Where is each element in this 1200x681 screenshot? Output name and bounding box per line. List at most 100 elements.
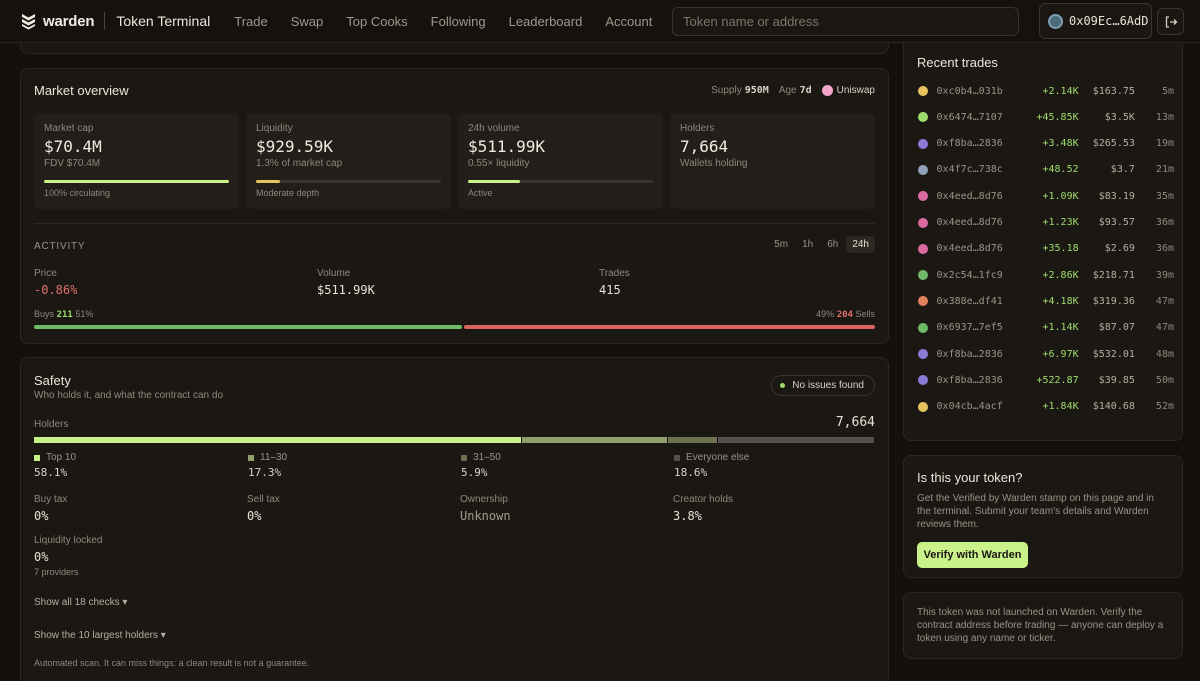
age-value: 7d — [799, 85, 812, 96]
timeframe-6h[interactable]: 6h — [821, 236, 844, 253]
timeframe-24h[interactable]: 24h — [846, 236, 875, 253]
nav-link-following[interactable]: Following — [431, 14, 486, 29]
trade-address[interactable]: 0xf8ba…2836 — [937, 138, 1028, 149]
trade-row[interactable]: 0xf8ba…2836 +522.87 $39.85 50m — [918, 371, 1174, 389]
nav-link-account[interactable]: Account — [605, 14, 652, 29]
buy-sell-summary: Buys 211 51% 49% 204 Sells — [34, 309, 875, 320]
trade-amount: +48.52 — [1042, 164, 1079, 176]
trade-row[interactable]: 0x4eed…8d76 +1.23K $93.57 36m — [918, 214, 1174, 232]
trade-row[interactable]: 0x04cb…4acf +1.84K $140.68 52m — [918, 398, 1174, 416]
stat-foot: Moderate depth — [256, 188, 320, 198]
scan-disclaimer: Automated scan. It can miss things: a cl… — [34, 658, 310, 668]
trade-usd: $3.5K — [1104, 111, 1135, 123]
brand-logo[interactable]: warden — [20, 12, 95, 30]
trades-label: Trades — [599, 268, 630, 279]
stat-label: 24h volume — [468, 123, 520, 134]
trade-row[interactable]: 0x6474…7107 +45.85K $3.5K 13m — [918, 108, 1174, 126]
liquidity-providers: 7 providers — [34, 567, 79, 577]
safety-subtitle: Who holds it, and what the contract can … — [34, 390, 223, 401]
search-input[interactable] — [683, 14, 1018, 29]
trade-usd: $265.53 — [1092, 138, 1135, 150]
trade-time: 47m — [1155, 295, 1174, 307]
top-nav: warden Token Terminal Trade Swap Top Coo… — [0, 0, 1200, 43]
stat-value: $511.99K — [468, 137, 546, 156]
trades-value: 415 — [599, 283, 621, 297]
legend-value: 18.6% — [674, 466, 708, 479]
trade-address[interactable]: 0x4eed…8d76 — [937, 191, 1028, 202]
trade-address[interactable]: 0x04cb…4acf — [937, 401, 1028, 412]
trade-row[interactable]: 0x2c54…1fc9 +2.86K $218.71 39m — [918, 266, 1174, 284]
trade-address[interactable]: 0xc0b4…031b — [937, 86, 1028, 97]
trader-avatar-icon — [918, 270, 928, 281]
trade-amount: +4.18K — [1042, 295, 1079, 307]
trade-usd: $140.68 — [1092, 401, 1135, 413]
trader-avatar-icon — [918, 243, 928, 254]
legend-label: 31–50 — [473, 452, 501, 463]
stat-card-volume: 24h volume $511.99K 0.55× liquidity Acti… — [458, 113, 663, 209]
trade-address[interactable]: 0x6474…7107 — [937, 112, 1028, 123]
legend-label: 11–30 — [260, 452, 288, 463]
trade-time: 47m — [1155, 322, 1174, 334]
stat-sub: 1.3% of market cap — [256, 158, 343, 169]
token-meta: Supply 950M Age 7d Uniswap — [711, 85, 875, 96]
trade-address[interactable]: 0xf8ba…2836 — [937, 375, 1028, 386]
trade-address[interactable]: 0x388e…df41 — [937, 296, 1028, 307]
trade-row[interactable]: 0x4f7c…738c +48.52 $3.7 21m — [918, 161, 1174, 179]
trade-amount: +1.14K — [1042, 322, 1079, 334]
warden-logo-icon — [22, 14, 35, 30]
show-largest-holders-toggle[interactable]: Show the 10 largest holders ▾ — [34, 630, 166, 641]
app-title: Token Terminal — [116, 13, 211, 29]
recent-trades-panel: Recent trades 0xc0b4…031b +2.14K $163.75 5m… — [903, 34, 1183, 441]
trade-row[interactable]: 0xc0b4…031b +2.14K $163.75 5m — [918, 82, 1174, 100]
legend-11-30: 11–30 — [248, 452, 287, 463]
stat-progress-fill — [468, 180, 520, 183]
timeframe-5m[interactable]: 5m — [768, 236, 794, 253]
supply-label: Supply — [711, 85, 742, 96]
trader-avatar-icon — [918, 322, 928, 333]
trade-usd: $83.19 — [1098, 190, 1135, 202]
creator-holds-value: 3.8% — [673, 509, 702, 523]
trade-address[interactable]: 0x6937…7ef5 — [937, 322, 1028, 333]
liquidity-locked-label: Liquidity locked — [34, 535, 103, 546]
trade-address[interactable]: 0x4eed…8d76 — [937, 243, 1028, 254]
stat-foot: Active — [468, 188, 493, 198]
trader-avatar-icon — [918, 349, 928, 359]
nav-link-leaderboard[interactable]: Leaderboard — [509, 14, 583, 29]
stat-progress-fill — [44, 180, 229, 183]
stat-progress-fill — [256, 180, 281, 183]
show-all-checks-toggle[interactable]: Show all 18 checks ▾ — [34, 597, 127, 608]
trade-address[interactable]: 0xf8ba…2836 — [937, 349, 1028, 360]
trade-row[interactable]: 0xf8ba…2836 +6.97K $532.01 48m — [918, 345, 1174, 363]
trade-time: 39m — [1155, 269, 1174, 281]
trader-avatar-icon — [918, 217, 928, 228]
trade-address[interactable]: 0x4eed…8d76 — [937, 217, 1028, 228]
nav-link-trade[interactable]: Trade — [234, 14, 267, 29]
legend-label: Everyone else — [686, 452, 750, 463]
trader-avatar-icon — [918, 86, 928, 96]
liquidity-locked-value: 0% — [34, 550, 49, 564]
trade-row[interactable]: 0x4eed…8d76 +1.09K $83.19 35m — [918, 187, 1174, 205]
trade-amount: +3.48K — [1042, 138, 1079, 150]
trade-row[interactable]: 0x6937…7ef5 +1.14K $87.07 47m — [918, 319, 1174, 337]
timeframe-1h[interactable]: 1h — [796, 236, 819, 253]
volume-label: Volume — [317, 268, 351, 279]
nav-link-swap[interactable]: Swap — [291, 14, 324, 29]
distribution-segment — [34, 437, 521, 443]
trade-row[interactable]: 0x388e…df41 +4.18K $319.36 47m — [918, 292, 1174, 310]
trade-amount: +2.14K — [1042, 85, 1079, 97]
dex-name[interactable]: Uniswap — [837, 85, 875, 96]
verify-with-warden-button[interactable]: Verify with Warden — [917, 542, 1028, 568]
trade-row[interactable]: 0x4eed…8d76 +35.18 $2.69 36m — [918, 240, 1174, 258]
trader-avatar-icon — [918, 112, 928, 123]
price-change: -0.86% — [34, 283, 78, 297]
buy-tax-label: Buy tax — [34, 494, 68, 505]
logout-button[interactable] — [1157, 8, 1184, 35]
legend-everyone-else: Everyone else — [674, 452, 749, 463]
nav-link-top-cooks[interactable]: Top Cooks — [346, 14, 407, 29]
trade-address[interactable]: 0x4f7c…738c — [937, 164, 1028, 175]
trade-address[interactable]: 0x2c54…1fc9 — [937, 270, 1028, 281]
trade-usd: $218.71 — [1092, 269, 1135, 281]
claim-token-panel: Is this your token? Get the Verified by … — [903, 455, 1183, 578]
wallet-button[interactable]: 0x09Ec…6AdD — [1039, 3, 1152, 39]
trade-row[interactable]: 0xf8ba…2836 +3.48K $265.53 19m — [918, 135, 1174, 153]
